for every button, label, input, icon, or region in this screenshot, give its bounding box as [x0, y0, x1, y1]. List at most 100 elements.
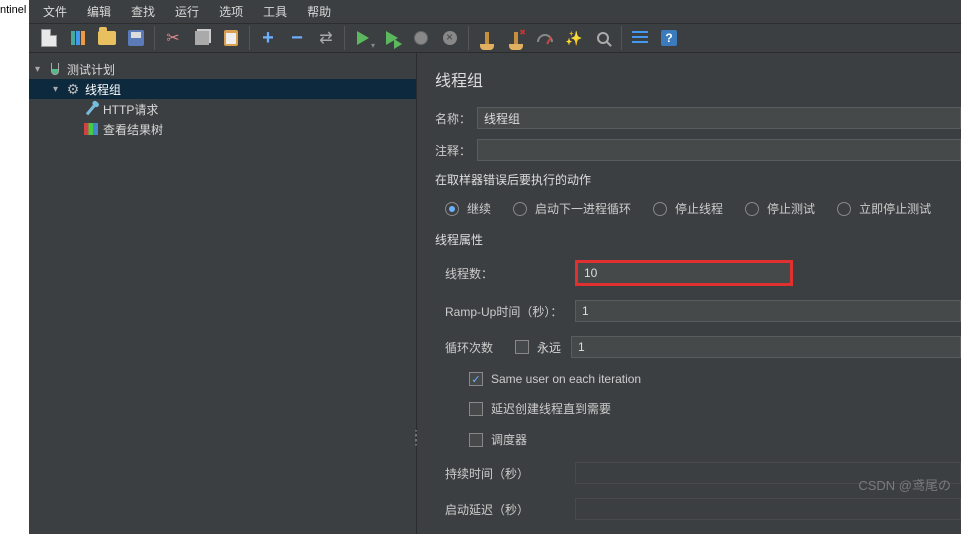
menu-options[interactable]: 选项	[211, 0, 251, 23]
delay-create-checkbox[interactable]	[469, 402, 483, 416]
file-icon	[41, 29, 57, 47]
toolbar-templates-button[interactable]	[64, 24, 92, 52]
delay-create-label: 延迟创建线程直到需要	[491, 400, 611, 417]
radio-continue[interactable]	[445, 202, 459, 216]
tree-label: 查看结果树	[103, 121, 163, 138]
toolbar-shutdown-button[interactable]	[436, 24, 464, 52]
list-icon	[632, 31, 648, 45]
menubar: 文件 编辑 查找 运行 选项 工具 帮助	[29, 0, 961, 24]
toolbar-sparkle-button[interactable]: ✨	[560, 24, 588, 52]
radio-stop-test-label: 停止测试	[767, 200, 815, 217]
menu-file[interactable]: 文件	[35, 0, 75, 23]
error-action-radios: 继续 启动下一进程循环 停止线程 停止测试 立即停止测试	[435, 200, 961, 217]
menu-search[interactable]: 查找	[123, 0, 163, 23]
save-icon	[128, 30, 144, 46]
toolbar-clear-button[interactable]	[473, 24, 501, 52]
toolbar-new-button[interactable]	[35, 24, 63, 52]
toolbar-cut-button[interactable]: ✂	[159, 24, 187, 52]
same-user-checkbox[interactable]	[469, 372, 483, 386]
app-window: HTTP请求.jmx (D:\env\tool\jmeter\bin\HTTP请…	[29, 0, 961, 518]
radio-stop-test[interactable]	[745, 202, 759, 216]
gear-icon: ⚙	[65, 81, 81, 97]
radio-stop-thread-label: 停止线程	[675, 200, 723, 217]
menu-run[interactable]: 运行	[167, 0, 207, 23]
tree-node-thread-group[interactable]: ▾ ⚙ 线程组	[29, 79, 416, 99]
radio-start-next-loop[interactable]	[513, 202, 527, 216]
toolbar-start-button[interactable]: ▾	[349, 24, 377, 52]
toolbar-separator	[621, 26, 622, 50]
toolbar-copy-button[interactable]	[188, 24, 216, 52]
rampup-label: Ramp-Up时间（秒）：	[445, 303, 575, 320]
broom-clear-icon	[514, 32, 518, 44]
thread-props-section-label: 线程属性	[435, 231, 961, 248]
rampup-input[interactable]	[575, 300, 961, 322]
forever-checkbox[interactable]	[515, 340, 529, 354]
search-icon	[597, 32, 609, 44]
toolbar-paste-button[interactable]	[217, 24, 245, 52]
toolbar-start-notimers-button[interactable]	[378, 24, 406, 52]
name-input[interactable]	[477, 107, 961, 129]
toolbar-toggle-button[interactable]: ⇄	[312, 24, 340, 52]
same-user-label: Same user on each iteration	[491, 372, 641, 386]
workspace: ▾ 测试计划 ▾ ⚙ 线程组 HTTP请求 查看结果树 ⋮⋮	[29, 53, 961, 534]
forever-label: 永远	[537, 339, 561, 356]
minus-icon: −	[291, 27, 303, 50]
panel-title: 线程组	[435, 67, 961, 91]
play-small-icon	[394, 39, 402, 49]
toolbar-save-button[interactable]	[122, 24, 150, 52]
tree-node-view-results[interactable]: 查看结果树	[29, 119, 416, 139]
toolbar-gauge-button[interactable]	[531, 24, 559, 52]
menu-help[interactable]: 帮助	[299, 0, 339, 23]
toggle-icon: ⇄	[319, 28, 332, 48]
toolbar-help-button[interactable]: ?	[655, 24, 683, 52]
tree-node-http-request[interactable]: HTTP请求	[29, 99, 416, 119]
sparkle-icon: ✨	[565, 30, 582, 47]
watermark: CSDN @鸢尾の	[858, 475, 951, 494]
help-icon: ?	[661, 30, 677, 46]
broom-icon	[485, 32, 489, 44]
folder-icon	[98, 31, 116, 45]
tree-toggle-icon[interactable]: ▾	[35, 64, 47, 75]
templates-icon	[71, 31, 85, 45]
toolbar-open-button[interactable]	[93, 24, 121, 52]
comment-input[interactable]	[477, 139, 961, 161]
clipboard-icon	[224, 30, 238, 46]
splitter-handle[interactable]: ⋮⋮	[409, 433, 421, 441]
toolbar-search-button[interactable]	[589, 24, 617, 52]
toolbar-separator	[468, 26, 469, 50]
startup-delay-input	[575, 498, 961, 520]
startup-delay-label: 启动延迟（秒）	[445, 501, 575, 518]
shutdown-icon	[443, 31, 457, 45]
radio-stop-thread[interactable]	[653, 202, 667, 216]
gauge-icon	[537, 34, 553, 42]
name-label: 名称：	[435, 110, 477, 127]
radio-stop-test-now[interactable]	[837, 202, 851, 216]
toolbar-stop-button[interactable]	[407, 24, 435, 52]
toolbar-collapse-button[interactable]: −	[283, 24, 311, 52]
toolbar-separator	[249, 26, 250, 50]
threads-label: 线程数：	[445, 265, 575, 282]
toolbar-expand-button[interactable]: +	[254, 24, 282, 52]
loop-count-input[interactable]	[571, 336, 961, 358]
menu-edit[interactable]: 编辑	[79, 0, 119, 23]
pipette-icon	[83, 101, 99, 117]
copy-icon	[195, 31, 209, 45]
tree-panel: ▾ 测试计划 ▾ ⚙ 线程组 HTTP请求 查看结果树 ⋮⋮	[29, 53, 417, 534]
tree-toggle-icon[interactable]: ▾	[53, 84, 65, 95]
scheduler-label: 调度器	[491, 431, 527, 448]
tree-node-test-plan[interactable]: ▾ 测试计划	[29, 59, 416, 79]
loop-count-label: 循环次数	[445, 339, 515, 356]
duration-label: 持续时间（秒）	[445, 465, 575, 482]
menu-tools[interactable]: 工具	[255, 0, 295, 23]
scissors-icon: ✂	[166, 28, 179, 48]
tree-label: 测试计划	[67, 61, 115, 78]
results-icon	[83, 121, 99, 137]
radio-start-next-loop-label: 启动下一进程循环	[535, 200, 631, 217]
plus-icon: +	[262, 27, 274, 50]
scheduler-checkbox[interactable]	[469, 433, 483, 447]
toolbar-clear-all-button[interactable]	[502, 24, 530, 52]
threads-input[interactable]	[575, 260, 793, 286]
play-icon	[357, 31, 369, 45]
toolbar-function-helper-button[interactable]	[626, 24, 654, 52]
toolbar-separator	[154, 26, 155, 50]
